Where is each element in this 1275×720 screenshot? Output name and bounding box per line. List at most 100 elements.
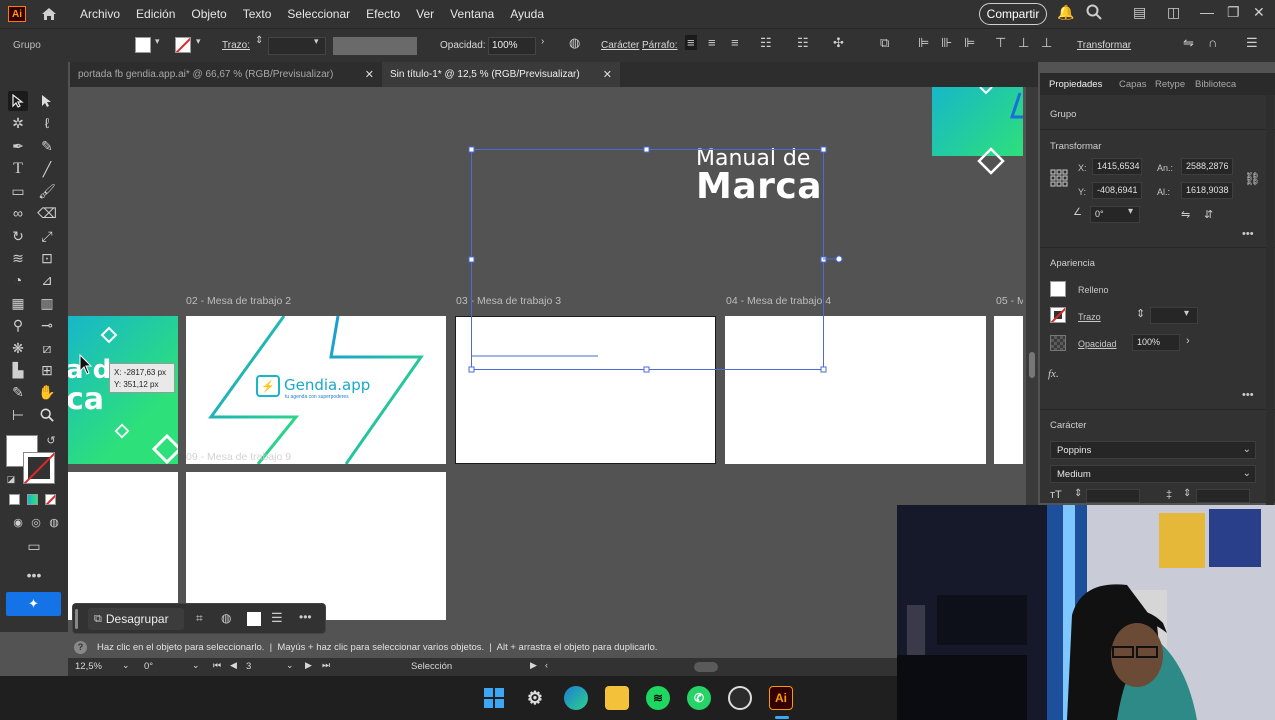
- screen-mode-icon[interactable]: ▭: [24, 536, 44, 556]
- artboard-tool-icon[interactable]: ⊞: [37, 360, 57, 380]
- artboard-number[interactable]: 3: [246, 661, 251, 672]
- align-bottom-edges-icon[interactable]: ⊥: [1041, 35, 1052, 51]
- font-size-stepper-icon[interactable]: ⇕: [1074, 488, 1082, 499]
- slice-select-tool-icon[interactable]: ✎: [8, 382, 28, 402]
- column-graph-tool-icon[interactable]: ▙: [8, 360, 28, 380]
- curvature-tool-icon[interactable]: ✎: [37, 136, 57, 156]
- eyedropper-tool-icon[interactable]: ⚲: [8, 315, 28, 335]
- stroke-swatch[interactable]: [1050, 307, 1066, 323]
- mesh-tool-icon[interactable]: ▦: [8, 293, 28, 313]
- align-horizontal-center-icon[interactable]: ⊪: [941, 35, 952, 51]
- status-expand-icon[interactable]: ▶: [530, 660, 537, 671]
- workspace-switcher-icon[interactable]: ▤: [1133, 4, 1146, 21]
- draw-normal-icon[interactable]: ◉: [8, 512, 28, 532]
- zoom-tool-icon[interactable]: [37, 405, 57, 425]
- tab-portada-document[interactable]: portada fb gendia.app.ai* @ 66,67 % (RGB…: [70, 62, 382, 87]
- ungroup-button[interactable]: ⧉ Desagrupar: [88, 608, 184, 630]
- scroll-left-icon[interactable]: ‹: [545, 660, 548, 670]
- height-field[interactable]: 1618,9038: [1181, 182, 1233, 199]
- previous-artboard-icon[interactable]: ◀: [230, 660, 237, 671]
- close-tab-icon[interactable]: ✕: [365, 68, 374, 81]
- notification-bell-icon[interactable]: 🔔: [1057, 4, 1074, 21]
- next-artboard-icon[interactable]: ▶: [305, 660, 312, 671]
- opacity-field[interactable]: 100%: [1132, 334, 1180, 351]
- menu-ayuda[interactable]: Ayuda: [502, 7, 552, 21]
- lasso-icon[interactable]: ℓ: [37, 113, 57, 133]
- paragraph-link[interactable]: Párrafo:: [642, 40, 678, 51]
- line-segment-tool-icon[interactable]: ╱: [37, 159, 57, 179]
- minimize-icon[interactable]: —: [1200, 4, 1214, 20]
- numbering-icon[interactable]: ☷: [797, 35, 809, 51]
- eraser-tool-icon[interactable]: ⌫: [37, 203, 57, 223]
- stroke-color-box[interactable]: [23, 452, 55, 484]
- isolate-group-icon[interactable]: ⧉: [880, 35, 889, 51]
- share-button[interactable]: Compartir: [979, 3, 1047, 25]
- gradient-mode-icon[interactable]: [27, 494, 38, 505]
- recolor-icon[interactable]: ◍: [221, 611, 231, 625]
- fill-swatch[interactable]: [247, 612, 261, 626]
- rectangle-tool-icon[interactable]: ▭: [8, 181, 28, 201]
- width-tool-icon[interactable]: ≋: [8, 248, 28, 268]
- flip-vertical-icon[interactable]: ⇵: [1204, 208, 1213, 221]
- recolor-icon[interactable]: ◍: [569, 35, 580, 51]
- stroke-weight-dropdown-icon[interactable]: ▾: [1184, 308, 1189, 319]
- align-right-icon[interactable]: ≡: [731, 35, 739, 50]
- windows-icon[interactable]: [482, 686, 506, 710]
- stroke-label[interactable]: Trazo:: [222, 40, 250, 51]
- last-artboard-icon[interactable]: ⏭: [322, 660, 330, 671]
- menu-edicion[interactable]: Edición: [128, 7, 183, 21]
- artboard-dropdown-icon[interactable]: ⌄: [286, 660, 294, 671]
- paintbrush-tool-icon[interactable]: 🖌: [37, 181, 57, 201]
- width-field[interactable]: 2588,2876: [1181, 158, 1233, 175]
- close-tab-icon[interactable]: ✕: [603, 68, 612, 81]
- font-size-field[interactable]: [1086, 489, 1140, 503]
- edge-icon[interactable]: [564, 686, 588, 710]
- magic-wand-icon[interactable]: ✲: [8, 113, 28, 133]
- align-vertical-center-icon[interactable]: ⊥: [1018, 35, 1029, 51]
- align-right-edges-icon[interactable]: ⊫: [964, 35, 975, 51]
- zoom-dropdown-icon[interactable]: ⌄: [122, 660, 130, 671]
- whatsapp-icon[interactable]: ✆: [687, 686, 711, 710]
- align-left-icon[interactable]: ≡: [685, 35, 697, 50]
- control-bar-menu-icon[interactable]: ☰: [1246, 35, 1258, 51]
- align-top-edges-icon[interactable]: ⊤: [995, 35, 1006, 51]
- fill-swatch[interactable]: [135, 37, 151, 53]
- edit-toolbar-icon[interactable]: •••: [24, 565, 44, 585]
- blend-tool-icon[interactable]: ⊸: [37, 315, 57, 335]
- font-style-select[interactable]: Medium ⌄: [1050, 465, 1256, 483]
- fill-swatch[interactable]: [1050, 281, 1066, 297]
- rotate-tool-icon[interactable]: ↻: [8, 226, 28, 246]
- opacity-label[interactable]: Opacidad: [1078, 339, 1117, 349]
- gradient-tool-icon[interactable]: ▥: [37, 293, 57, 313]
- selection-tool-icon[interactable]: [8, 91, 28, 111]
- pen-tool-icon[interactable]: ✒: [8, 136, 28, 156]
- obs-icon[interactable]: [728, 686, 752, 710]
- scrollbar-thumb[interactable]: [1029, 352, 1035, 378]
- default-fill-stroke-icon[interactable]: ◪: [4, 472, 18, 486]
- settings-icon[interactable]: ⚙: [523, 686, 547, 710]
- home-icon[interactable]: [38, 4, 60, 24]
- spotify-icon[interactable]: ≋: [646, 686, 670, 710]
- transform-link[interactable]: Transformar: [1077, 40, 1131, 51]
- x-field[interactable]: 1415,6534: [1092, 158, 1142, 175]
- flip-horizontal-icon[interactable]: ⇋: [1181, 208, 1190, 221]
- first-artboard-icon[interactable]: ⏮: [213, 660, 221, 671]
- menu-objeto[interactable]: Objeto: [183, 7, 234, 21]
- illustrator-icon[interactable]: Ai: [769, 686, 793, 710]
- drag-handle[interactable]: [75, 609, 78, 629]
- panel-scrollbar[interactable]: [1266, 95, 1274, 505]
- menu-ver[interactable]: Ver: [408, 7, 442, 21]
- none-mode-icon[interactable]: [45, 494, 56, 505]
- leading-stepper-icon[interactable]: ⇕: [1183, 488, 1191, 499]
- free-transform-tool-icon[interactable]: ⊡: [37, 248, 57, 268]
- rotation-value[interactable]: 0°: [144, 661, 153, 672]
- search-icon[interactable]: [1086, 4, 1102, 23]
- align-left-edges-icon[interactable]: ⊫: [918, 35, 929, 51]
- tab-propiedades[interactable]: Propiedades: [1049, 79, 1102, 90]
- leading-field[interactable]: [1196, 489, 1250, 503]
- menu-seleccionar[interactable]: Seleccionar: [279, 7, 358, 21]
- bullets-icon[interactable]: ☷: [760, 35, 772, 51]
- flip-horizontal-icon[interactable]: ⇋: [1183, 35, 1194, 51]
- help-icon[interactable]: ?: [74, 640, 87, 654]
- stroke-swatch[interactable]: [175, 37, 191, 53]
